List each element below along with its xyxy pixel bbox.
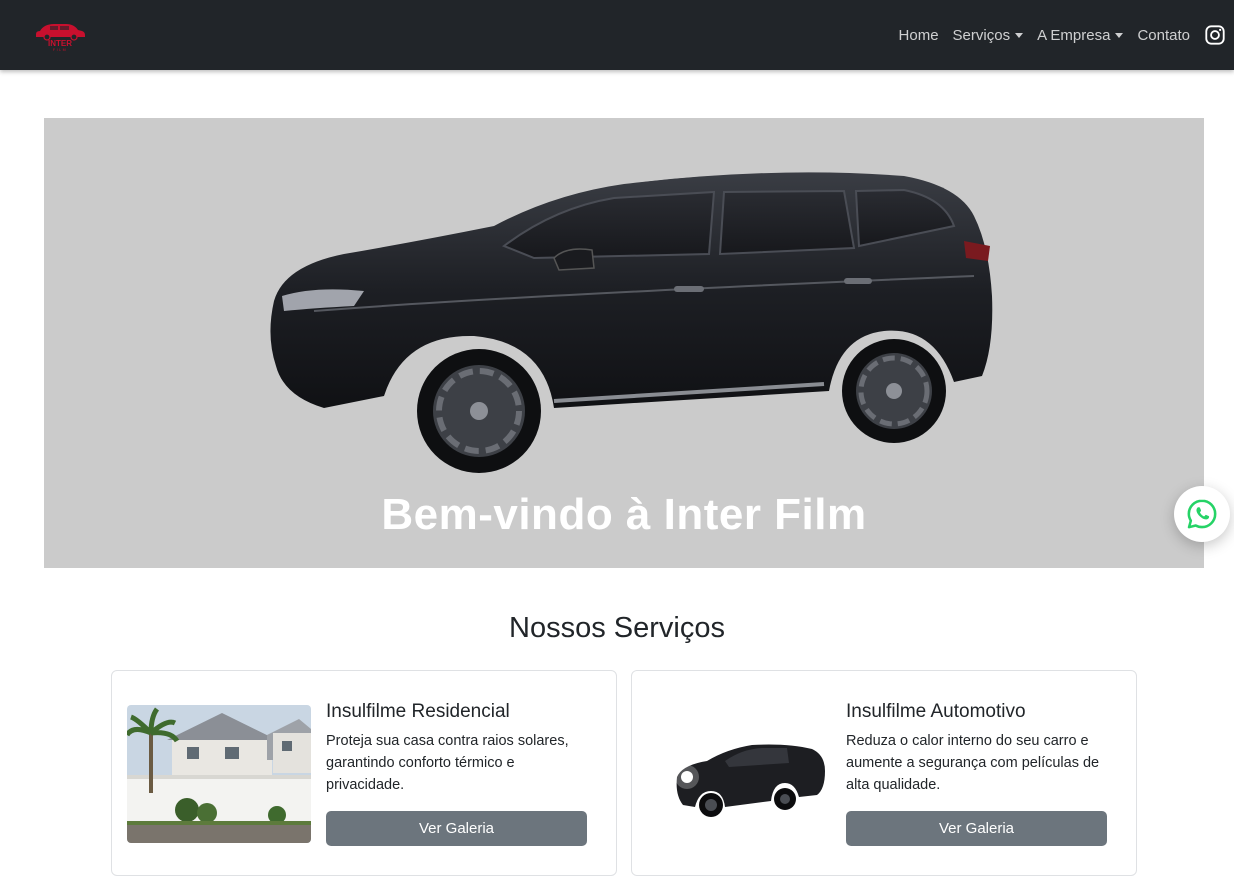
nav-contato[interactable]: Contato: [1137, 27, 1190, 44]
card-body: Insulfilme Residencial Proteja sua casa …: [326, 701, 588, 796]
caret-down-icon: [1115, 32, 1124, 38]
hero-banner: Bem-vindo à Inter Film: [44, 118, 1204, 568]
automotive-car-image: [647, 705, 831, 843]
instagram-icon[interactable]: [1204, 24, 1226, 46]
service-card-automotivo: Insulfilme Automotivo Reduza o calor int…: [631, 670, 1137, 876]
card-title: Insulfilme Automotivo: [846, 701, 1026, 722]
card-text: Proteja sua casa contra raios solares, g…: [326, 733, 569, 793]
nav-contato-label: Contato: [1137, 26, 1190, 44]
svg-text:INTER: INTER: [48, 39, 72, 48]
whatsapp-button[interactable]: [1174, 486, 1230, 542]
services-title: Nossos Serviços: [509, 612, 725, 644]
hero-title: Bem-vindo à Inter Film: [381, 490, 867, 539]
card-title: Insulfilme Residencial: [326, 701, 510, 722]
nav-home[interactable]: Home: [899, 27, 939, 44]
brand-logo[interactable]: INTER FILM: [30, 18, 90, 52]
nav-empresa-dropdown[interactable]: A Empresa: [1037, 26, 1124, 44]
nav-home-label: Home: [898, 26, 939, 44]
nav-links: Home Serviços A Empresa Contato: [899, 0, 1190, 70]
hero-car-image: [270, 172, 993, 473]
residential-house-image: [127, 705, 311, 843]
nav-servicos-dropdown[interactable]: Serviços: [953, 27, 1024, 44]
whatsapp-icon: [1187, 499, 1217, 529]
nav-servicos-label: Serviços: [952, 26, 1011, 44]
card-body: Insulfilme Automotivo Reduza o calor int…: [846, 701, 1108, 796]
ver-galeria-residencial-button[interactable]: Ver Galeria: [326, 811, 587, 846]
ver-galeria-automotivo-button[interactable]: Ver Galeria: [846, 811, 1107, 846]
card-text: Reduza o calor interno do seu carro e au…: [846, 733, 1100, 793]
nav-empresa-label: A Empresa: [1037, 26, 1111, 44]
svg-text:FILM: FILM: [53, 48, 67, 52]
navbar: INTER FILM Home Serviços A Empresa Conta…: [0, 0, 1234, 70]
service-card-residencial: Insulfilme Residencial Proteja sua casa …: [111, 670, 617, 876]
caret-down-icon: [1015, 32, 1024, 38]
